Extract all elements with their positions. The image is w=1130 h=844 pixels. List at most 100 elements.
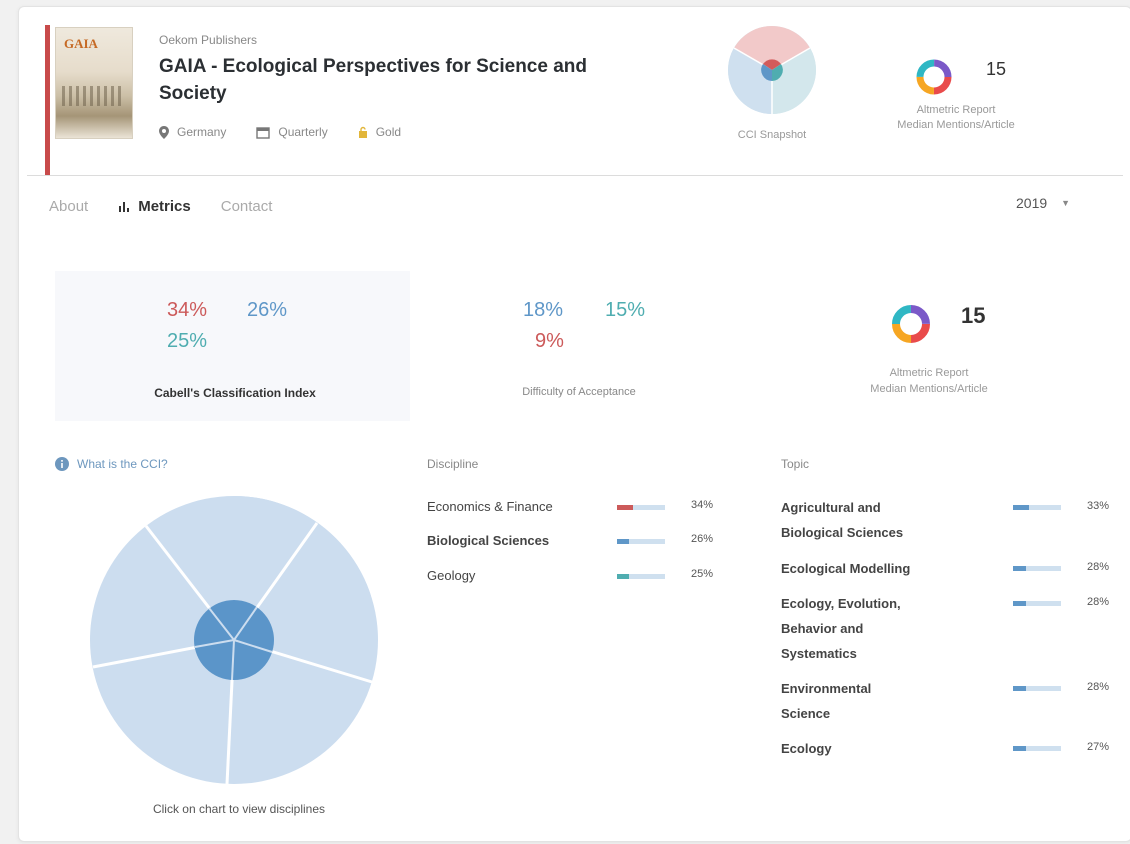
topic-name-line: Agricultural and — [781, 500, 881, 515]
topic-value: 28% — [1087, 561, 1110, 573]
frequency-label: Quarterly — [278, 125, 328, 139]
tab-bar: About Metrics Contact — [49, 198, 302, 215]
tab-about[interactable]: About — [49, 198, 88, 215]
discipline-bar-fill — [617, 505, 634, 510]
cover-illustration — [62, 86, 124, 106]
tab-contact[interactable]: Contact — [221, 198, 273, 215]
topic-bar-fill — [1013, 505, 1029, 510]
cci-value-geology: 25% — [167, 330, 208, 352]
tab-about-label: About — [49, 198, 89, 215]
access-label: Gold — [375, 125, 402, 139]
cci-snapshot-chart[interactable] — [727, 25, 817, 115]
topic-value: 27% — [1087, 741, 1110, 753]
journal-cover-image: GAIA — [55, 27, 133, 139]
discipline-bar — [617, 539, 665, 544]
topic-bar — [1013, 686, 1061, 691]
year-select[interactable]: 2019 ▼ — [1016, 195, 1070, 211]
cci-value-biology: 26% — [247, 299, 288, 321]
topic-name: Agricultural and Biological Sciences — [781, 495, 1013, 545]
difficulty-stat-label: Difficulty of Acceptance — [522, 386, 636, 398]
topic-bar — [1013, 746, 1061, 751]
altmetric-header-label: Altmetric Report Median Mentions/Article — [881, 103, 1031, 133]
topic-row[interactable]: Ecology, Evolution, Behavior and Systema… — [781, 591, 1121, 666]
calendar-icon — [256, 126, 271, 139]
discipline-value: 26% — [691, 533, 714, 545]
discipline-bar-fill — [617, 539, 630, 544]
difficulty-value-1: 18% — [523, 299, 564, 321]
tab-contact-label: Contact — [220, 198, 273, 215]
topic-bar-fill — [1013, 746, 1026, 751]
discipline-name: Biological Sciences — [427, 533, 550, 548]
altmetric-stat-label-line1: Altmetric Report — [889, 367, 969, 379]
what-is-cci-link[interactable]: What is the CCI? — [55, 457, 168, 471]
topic-bar-fill — [1013, 686, 1027, 691]
topic-name-line: Ecology, Evolution, — [781, 596, 901, 611]
country-label: Germany — [177, 125, 227, 139]
discipline-row[interactable]: Biological Sciences 26% — [427, 533, 725, 548]
topic-value: 33% — [1087, 500, 1110, 512]
difficulty-value-3: 9% — [535, 330, 564, 352]
topic-bar — [1013, 566, 1061, 571]
bar-chart-icon — [119, 201, 130, 212]
altmetric-stat-label: Altmetric Report Median Mentions/Article — [849, 365, 1009, 397]
topic-bar — [1013, 601, 1061, 606]
what-is-cci-label: What is the CCI? — [77, 457, 168, 471]
tab-metrics-label: Metrics — [138, 198, 191, 215]
topic-row[interactable]: Ecological Modelling 28% — [781, 556, 1121, 581]
topic-name-line: Behavior and — [781, 621, 864, 636]
country-meta: Germany — [159, 125, 226, 139]
topic-bar — [1013, 505, 1061, 510]
pie-hint: Click on chart to view disciplines — [152, 802, 326, 816]
difficulty-value-2: 15% — [605, 299, 646, 321]
publisher-name: Oekom Publishers — [159, 33, 258, 47]
topic-name-line: Biological Sciences — [781, 525, 904, 540]
accent-bar — [45, 25, 50, 175]
discipline-name: Geology — [427, 568, 476, 583]
topic-row[interactable]: Environmental Science 28% — [781, 676, 1121, 726]
lock-icon — [358, 126, 367, 138]
discipline-bar — [617, 505, 665, 510]
altmetric-header-label-line1: Altmetric Report — [916, 104, 996, 116]
altmetric-donut-icon[interactable] — [889, 302, 933, 346]
topic-row[interactable]: Agricultural and Biological Sciences 33% — [781, 495, 1121, 545]
topic-name-line: Ecology — [781, 741, 832, 756]
topic-name: Ecological Modelling — [781, 556, 1013, 581]
discipline-row[interactable]: Geology 25% — [427, 568, 725, 583]
chevron-down-icon: ▼ — [1061, 198, 1071, 208]
altmetric-value: 15 — [961, 303, 986, 328]
discipline-value: 25% — [691, 568, 714, 580]
altmetric-stat-label-line2: Median Mentions/Article — [870, 383, 988, 395]
journal-card: GAIA Oekom Publishers GAIA - Ecological … — [18, 6, 1130, 842]
topic-name: Ecology — [781, 736, 1013, 761]
cci-stat-label: Cabell's Classification Index — [154, 386, 316, 400]
discipline-bar — [617, 574, 665, 579]
journal-title: GAIA - Ecological Perspectives for Scien… — [159, 56, 588, 104]
topic-name: Ecology, Evolution, Behavior and Systema… — [781, 591, 1013, 666]
discipline-name: Economics & Finance — [427, 499, 553, 514]
discipline-heading: Discipline — [427, 457, 479, 471]
cci-value-economics: 34% — [167, 299, 208, 321]
topic-name-line: Ecological Modelling — [781, 561, 911, 576]
topic-value: 28% — [1087, 681, 1110, 693]
altmetric-header-label-line2: Median Mentions/Article — [897, 119, 1015, 131]
discipline-row[interactable]: Economics & Finance 34% — [427, 499, 725, 514]
topic-bar-fill — [1013, 601, 1027, 606]
altmetric-donut-icon[interactable] — [914, 57, 954, 97]
topic-row[interactable]: Ecology 27% — [781, 736, 1121, 761]
altmetric-header-value: 15 — [986, 59, 1007, 79]
tab-metrics[interactable]: Metrics — [118, 198, 191, 215]
access-meta: Gold — [358, 125, 401, 139]
info-icon — [55, 457, 69, 471]
frequency-meta: Quarterly — [256, 125, 328, 139]
cci-pie-chart[interactable] — [89, 495, 379, 785]
topic-heading: Topic — [781, 457, 810, 471]
topic-name-line: Systematics — [781, 646, 857, 661]
topic-name-line: Science — [781, 706, 831, 721]
topic-bar-fill — [1013, 566, 1027, 571]
topic-value: 28% — [1087, 596, 1110, 608]
year-value: 2019 — [1016, 195, 1048, 211]
header-divider — [27, 175, 1123, 176]
journal-meta: Germany Quarterly Gold — [159, 125, 401, 139]
discipline-bar-fill — [617, 574, 629, 579]
location-pin-icon — [159, 125, 169, 139]
